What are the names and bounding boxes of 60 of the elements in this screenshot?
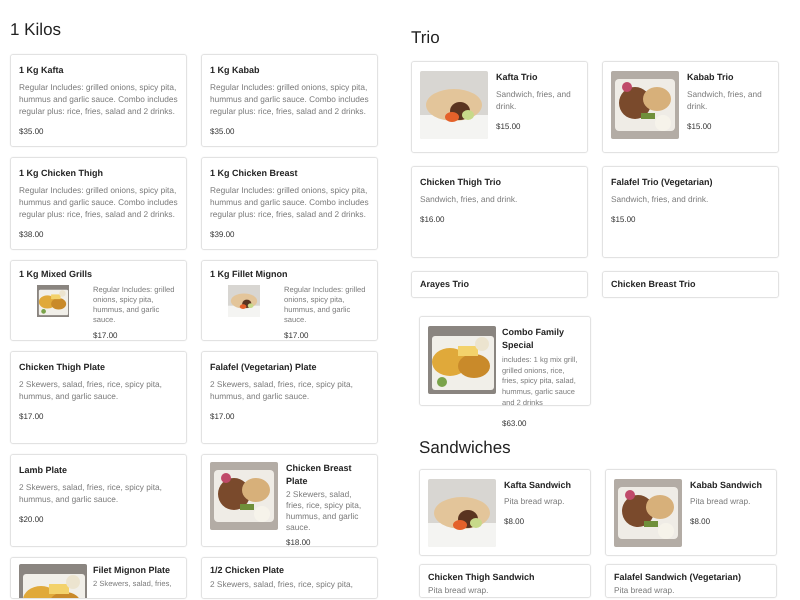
item-title: Kafta Trio bbox=[496, 71, 539, 84]
item-title: 1 Kg Kafta bbox=[19, 64, 65, 77]
item-description: 2 Skewers, salad, fries, rice, spicy pita, hummus, and garlic sauce. bbox=[286, 488, 362, 534]
item-description: Sandwich, fries, and drink. bbox=[496, 88, 572, 112]
section-heading: 1 Kilos bbox=[10, 20, 62, 40]
item-price: $15.00 bbox=[611, 214, 636, 226]
item-description: Regular Includes: grilled onions, spicy pita, hummus and garlic sauce. Combo includes regular plus: rice, fries, salad and 2 drinks. bbox=[19, 80, 178, 117]
item-description: Pita bread wrap. bbox=[690, 494, 752, 507]
item-description: Regular Includes: grilled onions, spicy pita, hummus and garlic sauce. Combo includes regular plus: rice, fries, salad and 2 drinks. bbox=[19, 184, 178, 220]
item-title: Falafel (Vegetarian) Plate bbox=[210, 361, 318, 374]
item-price: $38.00 bbox=[19, 228, 44, 241]
item-title: Falafel Trio (Vegetarian) bbox=[611, 176, 714, 189]
item-title: 1 Kg Chicken Thigh bbox=[19, 167, 104, 180]
item-title: Chicken Breast Plate bbox=[286, 462, 353, 487]
item-description: Pita bread wrap. bbox=[614, 584, 676, 596]
item-price: $8.00 bbox=[690, 516, 712, 528]
section-heading: Sandwiches bbox=[419, 438, 512, 459]
item-title: Falafel Sandwich (Vegetarian) bbox=[614, 570, 742, 583]
item-price: $17.00 bbox=[210, 410, 236, 423]
item-title: Combo Family Special bbox=[502, 326, 566, 351]
item-title: Chicken Thigh Plate bbox=[19, 361, 106, 374]
item-description: Sandwich, fries, and drink. bbox=[420, 192, 518, 205]
item-title: Chicken Thigh Sandwich bbox=[428, 570, 536, 583]
item-description: 2 Skewers, salad, fries, rice, spicy pita, hummus, and garlic sauce. bbox=[19, 480, 163, 505]
item-description: 2 Skewers, salad, fries, rice, spicy pita, hummus, and garlic sauce. bbox=[19, 378, 163, 402]
item-price: $63.00 bbox=[502, 418, 528, 430]
item-price: $39.00 bbox=[210, 228, 236, 241]
item-price: $18.00 bbox=[286, 537, 312, 550]
item-description: Regular Includes: grilled onions, spicy pita, hummus and garlic sauce. Combo includes regular plus: rice, fries, salad and 2 drinks. bbox=[210, 184, 369, 220]
item-title: 1 Kg Fillet Mignon bbox=[210, 268, 288, 281]
item-title: Arayes Trio bbox=[420, 278, 470, 291]
item-title: Chicken Breast Trio bbox=[611, 278, 697, 291]
item-title: Kabab Sandwich bbox=[690, 478, 762, 491]
item-title: Kabab Trio bbox=[687, 71, 735, 84]
item-price: $17.00 bbox=[19, 410, 44, 423]
item-title: Filet Mignon Plate bbox=[93, 564, 172, 577]
item-description: Sandwich, fries, and drink. bbox=[687, 88, 763, 112]
item-title: Lamb Plate bbox=[19, 464, 68, 477]
item-price: $35.00 bbox=[19, 126, 44, 138]
item-description: Pita bread wrap. bbox=[504, 494, 566, 507]
item-price: $15.00 bbox=[687, 120, 712, 133]
section-heading: Trio bbox=[411, 28, 441, 48]
item-price: $15.00 bbox=[496, 120, 522, 133]
item-price: $17.00 bbox=[93, 330, 118, 342]
item-title: 1 Kg Kabab bbox=[210, 64, 261, 77]
item-title: 1 Kg Mixed Grills bbox=[19, 268, 94, 281]
item-title: Chicken Thigh Trio bbox=[420, 176, 502, 189]
item-title: Kafta Sandwich bbox=[504, 478, 572, 491]
item-price: $8.00 bbox=[504, 516, 526, 528]
item-price: $16.00 bbox=[420, 214, 446, 226]
item-description: 2 Skewers, salad, fries, rice, spicy pita, hummus, and garlic sauce. bbox=[210, 378, 354, 402]
item-price: $17.00 bbox=[284, 330, 310, 342]
item-description: Pita bread wrap. bbox=[428, 584, 490, 596]
item-description: Sandwich, fries, and drink. bbox=[611, 192, 710, 205]
item-description: 2 Skewers, salad, fries, rice, spicy pita, bbox=[210, 578, 354, 590]
item-price: $35.00 bbox=[210, 126, 236, 138]
item-title: 1/2 Chicken Plate bbox=[210, 564, 286, 577]
item-price: $20.00 bbox=[19, 514, 44, 526]
item-title: 1 Kg Chicken Breast bbox=[210, 167, 299, 180]
item-description: Regular Includes: grilled onions, spicy pita, hummus and garlic sauce. Combo includes regular plus: rice, fries, salad and 2 drinks. bbox=[210, 80, 369, 117]
